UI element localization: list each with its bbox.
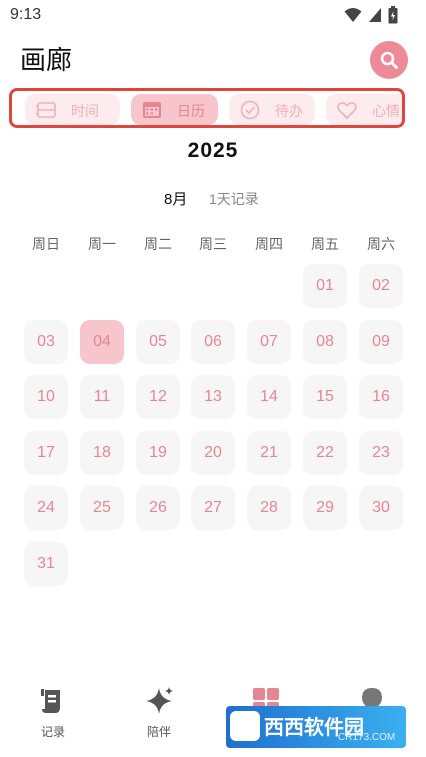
calendar-day-18[interactable]: 18 (80, 431, 124, 475)
calendar-day-09[interactable]: 09 (359, 320, 403, 364)
calendar-day-30[interactable]: 30 (359, 486, 403, 530)
weekday-mon: 周一 (88, 236, 116, 252)
view-tab-strip: 时间 日历 待办 心情 (9, 88, 405, 128)
watermark-site: CR173.COM (338, 732, 396, 743)
calendar-day-03[interactable]: 03 (24, 320, 68, 364)
tab-time-label: 时间 (71, 103, 99, 119)
search-button[interactable] (370, 41, 408, 79)
calendar-day-11[interactable]: 11 (80, 375, 124, 419)
record-count: 1天记录 (209, 191, 259, 207)
calendar-day-15[interactable]: 15 (303, 375, 347, 419)
record-icon (41, 689, 60, 713)
calendar-day-25[interactable]: 25 (80, 486, 124, 530)
weekday-fri: 周五 (311, 236, 339, 252)
tab-calendar-label: 日历 (177, 103, 205, 119)
calendar-year: 2025 (187, 139, 239, 162)
nav-record-label: 记录 (40, 725, 65, 739)
calendar-day-22[interactable]: 22 (303, 431, 347, 475)
calendar-day-06[interactable]: 06 (191, 320, 235, 364)
watermark-logo (230, 711, 260, 741)
calendar-day-05[interactable]: 05 (136, 320, 180, 364)
check-circle-icon (240, 100, 260, 120)
nav-companion[interactable]: 陪伴 (129, 686, 189, 742)
calendar-day-13[interactable]: 13 (191, 375, 235, 419)
calendar-day-10[interactable]: 10 (24, 375, 68, 419)
calendar-day-16[interactable]: 16 (359, 375, 403, 419)
calendar-day-26[interactable]: 26 (136, 486, 180, 530)
tab-mood[interactable]: 心情 (326, 94, 402, 125)
calendar-month[interactable]: 8月 (164, 188, 187, 209)
tab-todo-label: 待办 (275, 103, 303, 119)
tab-mood-label: 心情 (372, 103, 400, 119)
page-title: 画廊 (20, 46, 73, 76)
calendar-day-19[interactable]: 19 (136, 431, 180, 475)
timeline-icon (36, 102, 56, 118)
calendar-day-31[interactable]: 31 (24, 542, 68, 586)
status-bar: 9:13 (0, 0, 426, 30)
calendar-day-23[interactable]: 23 (359, 431, 403, 475)
calendar-day-07[interactable]: 07 (247, 320, 291, 364)
weekday-wed: 周三 (199, 236, 227, 252)
calendar-day-28[interactable]: 28 (247, 486, 291, 530)
status-icons (344, 6, 398, 24)
search-icon (380, 51, 398, 69)
calendar-day-17[interactable]: 17 (24, 431, 68, 475)
calendar-day-14[interactable]: 14 (247, 375, 291, 419)
sparkle-icon (146, 687, 173, 714)
heart-icon (337, 102, 357, 120)
status-time: 9:13 (10, 6, 42, 23)
signal-icon (369, 8, 381, 22)
calendar-day-20[interactable]: 20 (191, 431, 235, 475)
weekday-tue: 周二 (144, 236, 172, 252)
nav-record[interactable]: 记录 (23, 686, 83, 742)
calendar-day-08[interactable]: 08 (303, 320, 347, 364)
calendar-icon (143, 102, 161, 118)
calendar-day-12[interactable]: 12 (136, 375, 180, 419)
weekday-thu: 周四 (255, 236, 283, 252)
tab-calendar[interactable]: 日历 (131, 94, 218, 125)
weekday-sun: 周日 (32, 236, 60, 252)
weekday-sat: 周六 (367, 236, 395, 252)
site-watermark: 西西软件园 CR173.COM (226, 706, 406, 748)
calendar-day-04[interactable]: 04 (80, 320, 124, 364)
battery-icon (388, 6, 398, 24)
calendar-day-27[interactable]: 27 (191, 486, 235, 530)
tab-todo[interactable]: 待办 (229, 94, 315, 125)
calendar-day-01[interactable]: 01 (303, 264, 347, 308)
nav-companion-label: 陪伴 (146, 725, 171, 739)
calendar-day-02[interactable]: 02 (359, 264, 403, 308)
month-row: 8月 1天记录 (0, 188, 426, 208)
calendar-day-24[interactable]: 24 (24, 486, 68, 530)
wifi-icon (344, 8, 362, 22)
calendar-day-21[interactable]: 21 (247, 431, 291, 475)
tab-time[interactable]: 时间 (25, 94, 120, 125)
calendar-day-29[interactable]: 29 (303, 486, 347, 530)
